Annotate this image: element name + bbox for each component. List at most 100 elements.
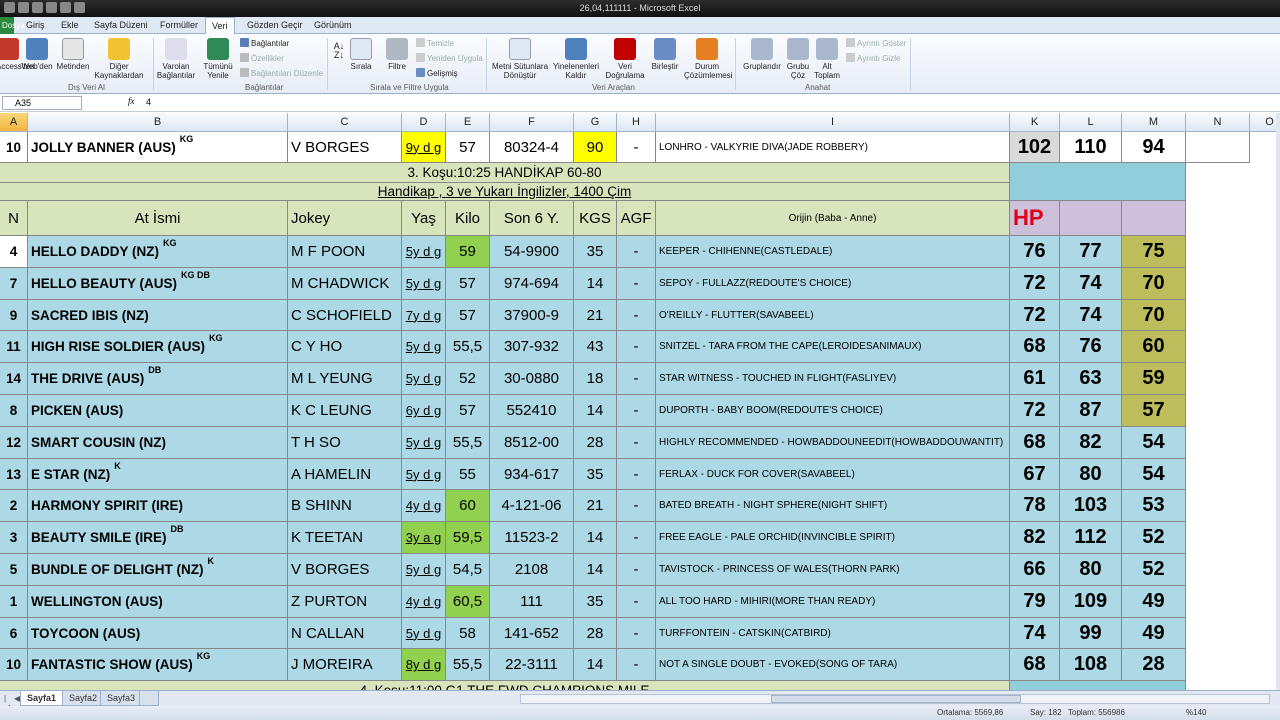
- horse-row-6-jockey-cell[interactable]: K C LEUNG: [288, 395, 402, 427]
- horse-row-8-m-cell[interactable]: 54: [1122, 459, 1186, 490]
- horse-row-8-age-cell[interactable]: 5y d g: [402, 459, 446, 490]
- horse-row-11-l-cell[interactable]: 80: [1060, 554, 1122, 586]
- reapply-button[interactable]: Yeniden Uygula: [416, 53, 483, 64]
- horse-row-13-m-cell[interactable]: 49: [1122, 618, 1186, 649]
- horse-row-12-kilo-cell[interactable]: 60,5: [446, 586, 490, 618]
- properties-button[interactable]: Özellikler: [240, 53, 284, 64]
- horse-row-4-k-cell[interactable]: 68: [1010, 331, 1060, 363]
- horse-row-1-origin-cell[interactable]: KEEPER - CHIHENNE(CASTLEDALE): [656, 236, 1010, 268]
- horse-row-6-m-cell[interactable]: 57: [1122, 395, 1186, 427]
- horse-row-4-kilo-cell[interactable]: 55,5: [446, 331, 490, 363]
- column-header-g[interactable]: G: [574, 113, 617, 132]
- horse-row-12-jockey-cell[interactable]: Z PURTON: [288, 586, 402, 618]
- column-header-n[interactable]: N: [1186, 113, 1250, 132]
- horse-row-4-kgs-cell[interactable]: 43: [574, 331, 617, 363]
- column-header-l[interactable]: L: [1060, 113, 1122, 132]
- top-row-name-cell[interactable]: JOLLY BANNER (AUS) KG: [28, 132, 288, 163]
- top-row-m-cell[interactable]: 94: [1122, 132, 1186, 163]
- horse-row-10-k-cell[interactable]: 82: [1010, 522, 1060, 554]
- horse-row-10-name-cell[interactable]: BEAUTY SMILE (IRE) DB: [28, 522, 288, 554]
- tab-page-layout[interactable]: Sayfa Düzeni: [94, 20, 148, 30]
- horse-row-5-jockey-cell[interactable]: M L YEUNG: [288, 363, 402, 395]
- clear-filter-button[interactable]: Temizle: [416, 38, 454, 49]
- horse-row-11-name-cell[interactable]: BUNDLE OF DELIGHT (NZ) K: [28, 554, 288, 586]
- horse-row-7-son6-cell[interactable]: 8512-00: [490, 427, 574, 459]
- horse-row-8-l-cell[interactable]: 80: [1060, 459, 1122, 490]
- horse-row-13-name-cell[interactable]: TOYCOON (AUS): [28, 618, 288, 649]
- top-row-age-cell[interactable]: 9y d g: [402, 132, 446, 163]
- horse-row-4-jockey-cell[interactable]: C Y HO: [288, 331, 402, 363]
- horse-row-10-origin-cell[interactable]: FREE EAGLE - PALE ORCHID(INVINCIBLE SPIR…: [656, 522, 1010, 554]
- horse-row-8-kilo-cell[interactable]: 55: [446, 459, 490, 490]
- top-row-son6-cell[interactable]: 80324-4: [490, 132, 574, 163]
- horse-row-5-kilo-cell[interactable]: 52: [446, 363, 490, 395]
- horse-row-8-agf-cell[interactable]: -: [617, 459, 656, 490]
- horse-row-4-age-cell[interactable]: 5y d g: [402, 331, 446, 363]
- horse-row-8-name-cell[interactable]: E STAR (NZ) K: [28, 459, 288, 490]
- horse-row-7-k-cell[interactable]: 68: [1010, 427, 1060, 459]
- subtotal-button[interactable]: Alt Toplam: [812, 38, 842, 80]
- horse-row-1-k-cell[interactable]: 76: [1010, 236, 1060, 268]
- horse-row-3-k-cell[interactable]: 72: [1010, 300, 1060, 331]
- top-row-agf-cell[interactable]: -: [617, 132, 656, 163]
- top-row-k-cell[interactable]: 102: [1010, 132, 1060, 163]
- horse-row-13-k-cell[interactable]: 74: [1010, 618, 1060, 649]
- horse-row-2-no-cell[interactable]: 7: [0, 268, 28, 300]
- horse-row-13-age-cell[interactable]: 5y d g: [402, 618, 446, 649]
- horse-row-6-no-cell[interactable]: 8: [0, 395, 28, 427]
- top-row-kgs-cell[interactable]: 90: [574, 132, 617, 163]
- advanced-filter-button[interactable]: Gelişmiş: [416, 68, 458, 79]
- horse-row-6-agf-cell[interactable]: -: [617, 395, 656, 427]
- horse-row-5-name-cell[interactable]: THE DRIVE (AUS) DB: [28, 363, 288, 395]
- horse-row-4-m-cell[interactable]: 60: [1122, 331, 1186, 363]
- first-sheet-icon[interactable]: |◀: [4, 694, 12, 712]
- horse-row-5-origin-cell[interactable]: STAR WITNESS - TOUCHED IN FLIGHT(FASLIYE…: [656, 363, 1010, 395]
- horse-row-7-age-cell[interactable]: 5y d g: [402, 427, 446, 459]
- horse-row-10-age-cell[interactable]: 3y a g: [402, 522, 446, 554]
- tab-home[interactable]: Giriş: [26, 20, 45, 30]
- horse-row-3-no-cell[interactable]: 9: [0, 300, 28, 331]
- top-row-origin-cell[interactable]: LONHRO - VALKYRIE DIVA(JADE ROBBERY): [656, 132, 1010, 163]
- horse-row-9-m-cell[interactable]: 53: [1122, 490, 1186, 522]
- horse-row-11-no-cell[interactable]: 5: [0, 554, 28, 586]
- horse-row-6-kilo-cell[interactable]: 57: [446, 395, 490, 427]
- horse-row-1-name-cell[interactable]: HELLO DADDY (NZ) KG: [28, 236, 288, 268]
- horse-row-3-m-cell[interactable]: 70: [1122, 300, 1186, 331]
- horse-row-9-no-cell[interactable]: 2: [0, 490, 28, 522]
- horse-row-3-l-cell[interactable]: 74: [1060, 300, 1122, 331]
- horse-row-5-no-cell[interactable]: 14: [0, 363, 28, 395]
- horse-row-3-kilo-cell[interactable]: 57: [446, 300, 490, 331]
- tab-file[interactable]: Dosya: [0, 17, 25, 34]
- horse-row-11-son6-cell[interactable]: 2108: [490, 554, 574, 586]
- tab-formulas[interactable]: Formüller: [160, 20, 198, 30]
- horse-row-5-agf-cell[interactable]: -: [617, 363, 656, 395]
- column-header-f[interactable]: F: [490, 113, 574, 132]
- horse-row-10-m-cell[interactable]: 52: [1122, 522, 1186, 554]
- horse-row-7-l-cell[interactable]: 82: [1060, 427, 1122, 459]
- horse-row-13-l-cell[interactable]: 99: [1060, 618, 1122, 649]
- insert-function-icon[interactable]: fx: [128, 96, 135, 106]
- horse-row-9-age-cell[interactable]: 4y d g: [402, 490, 446, 522]
- group-button[interactable]: Gruplandır: [740, 38, 784, 71]
- horse-row-8-no-cell[interactable]: 13: [0, 459, 28, 490]
- horse-row-1-l-cell[interactable]: 77: [1060, 236, 1122, 268]
- horse-row-11-m-cell[interactable]: 52: [1122, 554, 1186, 586]
- horse-row-14-kilo-cell[interactable]: 55,5: [446, 649, 490, 681]
- horse-row-6-kgs-cell[interactable]: 14: [574, 395, 617, 427]
- horse-row-6-name-cell[interactable]: PICKEN (AUS): [28, 395, 288, 427]
- horse-row-1-jockey-cell[interactable]: M F POON: [288, 236, 402, 268]
- horse-row-1-m-cell[interactable]: 75: [1122, 236, 1186, 268]
- sheet-tab-2[interactable]: Sayfa2: [62, 691, 105, 706]
- horse-row-12-son6-cell[interactable]: 111: [490, 586, 574, 618]
- scroll-thumb[interactable]: [771, 695, 1021, 703]
- sheet-tab-1[interactable]: Sayfa1: [20, 691, 64, 706]
- horse-row-13-no-cell[interactable]: 6: [0, 618, 28, 649]
- refresh-all-button[interactable]: Tümünü Yenile: [202, 38, 234, 80]
- horse-row-14-name-cell[interactable]: FANTASTIC SHOW (AUS) KG: [28, 649, 288, 681]
- from-web-button[interactable]: Web'den: [20, 38, 54, 71]
- horse-row-2-name-cell[interactable]: HELLO BEAUTY (AUS) KG DB: [28, 268, 288, 300]
- top-row-kilo-cell[interactable]: 57: [446, 132, 490, 163]
- horse-row-12-l-cell[interactable]: 109: [1060, 586, 1122, 618]
- formula-input[interactable]: 4: [146, 97, 1276, 110]
- horse-row-6-son6-cell[interactable]: 552410: [490, 395, 574, 427]
